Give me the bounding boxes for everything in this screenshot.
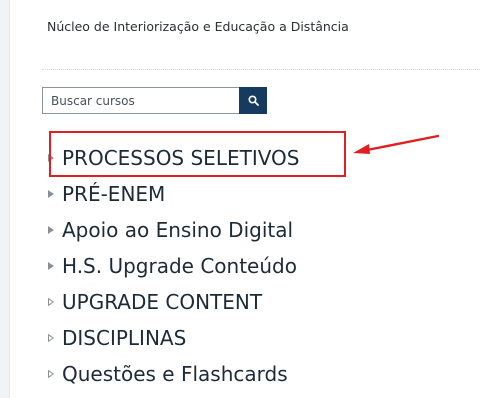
course-category-label: DISCIPLINAS bbox=[62, 326, 187, 350]
course-category-item[interactable]: Questões e Flashcards bbox=[48, 356, 299, 392]
course-category-label: PROCESSOS SELETIVOS bbox=[62, 146, 300, 170]
course-category-item[interactable]: PRÉ-ENEM bbox=[48, 176, 299, 212]
site-name: Núcleo de Interiorização e Educação a Di… bbox=[47, 19, 349, 34]
left-panel-border bbox=[9, 0, 10, 398]
caret-right-icon bbox=[48, 154, 62, 162]
caret-right-outline-icon bbox=[48, 334, 62, 342]
caret-right-outline-icon bbox=[48, 370, 62, 378]
annotation-arrow-icon bbox=[353, 134, 440, 154]
course-category-item[interactable]: H.S. Upgrade Conteúdo bbox=[48, 248, 299, 284]
course-category-list: PROCESSOS SELETIVOS PRÉ-ENEM Apoio ao En… bbox=[48, 140, 299, 392]
course-category-item[interactable]: PROCESSOS SELETIVOS bbox=[48, 140, 299, 176]
course-category-label: H.S. Upgrade Conteúdo bbox=[62, 254, 297, 278]
divider bbox=[42, 69, 480, 70]
course-category-item[interactable]: UPGRADE CONTENT bbox=[48, 284, 299, 320]
caret-right-icon bbox=[48, 226, 62, 234]
course-category-label: Apoio ao Ensino Digital bbox=[62, 218, 294, 242]
course-category-label: Questões e Flashcards bbox=[62, 362, 288, 386]
caret-right-icon bbox=[48, 262, 62, 270]
course-category-label: PRÉ-ENEM bbox=[62, 182, 166, 206]
search-button[interactable] bbox=[239, 87, 267, 114]
caret-right-outline-icon bbox=[48, 298, 62, 306]
course-search bbox=[42, 87, 267, 114]
search-icon bbox=[247, 95, 259, 106]
course-category-item[interactable]: DISCIPLINAS bbox=[48, 320, 299, 356]
caret-right-icon bbox=[48, 190, 62, 198]
course-category-item[interactable]: Apoio ao Ensino Digital bbox=[48, 212, 299, 248]
left-panel-strip bbox=[0, 0, 9, 398]
course-category-label: UPGRADE CONTENT bbox=[62, 290, 263, 314]
search-input[interactable] bbox=[42, 87, 239, 114]
